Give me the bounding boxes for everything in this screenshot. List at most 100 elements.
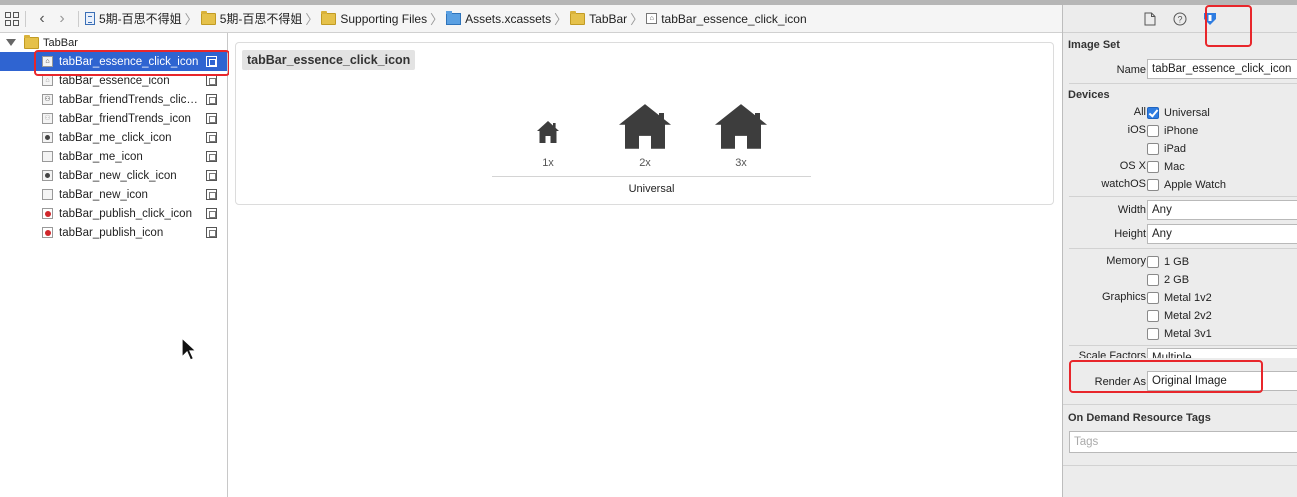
section-devices: Devices — [1068, 89, 1110, 101]
device-option-label: Mac — [1164, 161, 1185, 173]
breadcrumb-label: tabBar_essence_click_icon — [661, 11, 807, 26]
breadcrumb-assets[interactable]: Assets.xcassets — [446, 10, 552, 26]
publish-thumbnail-icon — [42, 208, 53, 219]
asset-label: tabBar_essence_icon — [59, 74, 170, 87]
device-platform-label: OS X — [1119, 160, 1146, 172]
breadcrumb-supporting-files[interactable]: Supporting Files — [321, 10, 427, 26]
checkbox-mac[interactable] — [1147, 161, 1159, 173]
checkbox-metal-2v2[interactable] — [1147, 310, 1159, 322]
device-idiom-label: Universal — [628, 183, 675, 195]
tags-field[interactable]: Tags — [1069, 431, 1297, 453]
list-item[interactable]: ⚇ tabBar_friendTrends_click_icon — [0, 90, 227, 109]
slots-divider — [492, 176, 811, 177]
asset-label: tabBar_friendTrends_icon — [59, 112, 191, 125]
width-label: Width — [1117, 204, 1146, 216]
me-thumbnail-icon — [42, 132, 53, 143]
checkbox-metal-3v1[interactable] — [1147, 328, 1159, 340]
divider — [1069, 196, 1297, 197]
section-on-demand-resource-tags: On Demand Resource Tags — [1068, 412, 1211, 424]
list-item[interactable]: tabBar_publish_click_icon — [0, 204, 227, 223]
list-item[interactable]: tabBar_me_icon — [0, 147, 227, 166]
folder-icon — [200, 10, 216, 25]
related-items-icon[interactable] — [5, 11, 19, 26]
image-stack-icon — [206, 227, 217, 238]
memory-row-2gb: 2 GB — [1063, 271, 1297, 289]
breadcrumb-separator-icon: 〉 — [305, 12, 319, 27]
image-slot-3x[interactable]: 3x — [711, 83, 771, 169]
checkbox-metal-1v2[interactable] — [1147, 292, 1159, 304]
inspector-tab-bar: ? — [1063, 5, 1297, 33]
divider — [1063, 404, 1297, 405]
jump-bar: ‹ › 5期-百思不得姐 〉 5期-百思不得姐 〉 Supporting Fil… — [0, 5, 1062, 33]
device-platform-label: All — [1133, 106, 1146, 118]
memory-row-1gb: Memory 1 GB — [1063, 253, 1297, 271]
scale-label: 1x — [542, 157, 554, 169]
highlight-box — [1069, 360, 1263, 393]
list-item[interactable]: tabBar_new_icon — [0, 185, 227, 204]
house-icon — [619, 104, 671, 149]
name-field[interactable]: tabBar_essence_click_icon — [1147, 59, 1297, 79]
divider — [1063, 465, 1297, 466]
divider — [1069, 345, 1297, 346]
breadcrumb-label: 5期-百思不得姐 — [219, 12, 303, 26]
back-chevron-icon[interactable]: ‹ — [32, 10, 52, 28]
document-icon — [1144, 12, 1156, 25]
house-icon — [537, 121, 559, 143]
scale-factors-select[interactable]: Multiple — [1147, 348, 1297, 358]
width-select[interactable]: Any — [1147, 200, 1297, 220]
mouse-cursor-icon — [181, 337, 197, 361]
checkbox-apple-watch[interactable] — [1147, 179, 1159, 191]
breadcrumb-project[interactable]: 5期-百思不得姐 — [85, 10, 182, 27]
folder-icon — [24, 34, 39, 49]
disclosure-triangle-icon[interactable] — [6, 39, 16, 46]
device-row-ipad: iPad — [1063, 140, 1297, 158]
jump-bar-divider — [25, 10, 26, 27]
height-select[interactable]: Any — [1147, 224, 1297, 244]
graphics-row-metal-2v2: Metal 2v2 — [1063, 307, 1297, 325]
breadcrumb-tabbar[interactable]: TabBar — [570, 10, 627, 26]
checkbox-memory-1gb[interactable] — [1147, 256, 1159, 268]
image-set-title: tabBar_essence_click_icon — [242, 50, 416, 70]
memory-option-label: 1 GB — [1164, 256, 1190, 268]
list-item[interactable]: tabBar_new_click_icon — [0, 166, 227, 185]
image-stack-icon — [206, 113, 217, 124]
breadcrumb-label: 5期-百思不得姐 — [99, 12, 182, 26]
help-icon: ? — [1173, 12, 1187, 25]
asset-label: tabBar_friendTrends_click_icon — [59, 93, 201, 106]
asset-catalog-icon — [446, 10, 462, 25]
device-row-apple-watch: watchOS Apple Watch — [1063, 176, 1297, 194]
asset-label: tabBar_me_click_icon — [59, 131, 172, 144]
forward-chevron-icon[interactable]: › — [52, 10, 72, 28]
breadcrumb-group[interactable]: 5期-百思不得姐 — [200, 10, 303, 27]
attributes-inspector: ? Image Set Name tabBar_essence_click_ic… — [1062, 5, 1297, 497]
asset-label: tabBar_new_icon — [59, 188, 148, 201]
publish-thumbnail-icon — [42, 227, 53, 238]
checkbox-memory-2gb[interactable] — [1147, 274, 1159, 286]
checkbox-ipad[interactable] — [1147, 143, 1159, 155]
breadcrumb-image-set[interactable]: ⌂ tabBar_essence_click_icon — [646, 11, 807, 26]
list-item[interactable]: tabBar_me_click_icon — [0, 128, 227, 147]
device-row-iphone: iOS iPhone — [1063, 122, 1297, 140]
image-set-editor: tabBar_essence_click_icon 1x 2x 3x Unive… — [229, 33, 1061, 497]
checkbox-iphone[interactable] — [1147, 125, 1159, 137]
list-item[interactable]: tabBar_publish_icon — [0, 223, 227, 242]
breadcrumb-label: Assets.xcassets — [465, 11, 552, 26]
asset-label: tabBar_publish_icon — [59, 226, 164, 239]
scale-label: 3x — [735, 157, 747, 169]
section-image-set: Image Set — [1068, 39, 1120, 51]
image-stack-icon — [206, 189, 217, 200]
folder-icon — [321, 10, 337, 25]
image-slot-2x[interactable]: 2x — [615, 83, 675, 169]
list-item[interactable]: ⚇ tabBar_friendTrends_icon — [0, 109, 227, 128]
tab-quick-help[interactable]: ? — [1165, 8, 1195, 30]
tab-file-inspector[interactable] — [1135, 8, 1165, 30]
breadcrumb-separator-icon: 〉 — [554, 12, 568, 27]
breadcrumb-separator-icon: 〉 — [184, 12, 198, 27]
device-option-label: iPhone — [1164, 125, 1199, 137]
image-slot-1x[interactable]: 1x — [518, 83, 578, 169]
checkbox-universal[interactable] — [1147, 107, 1159, 119]
device-option-label: Universal — [1164, 107, 1210, 119]
device-row-universal: All Universal — [1063, 104, 1297, 122]
image-set-icon: ⌂ — [646, 13, 658, 24]
house-icon — [715, 104, 767, 149]
